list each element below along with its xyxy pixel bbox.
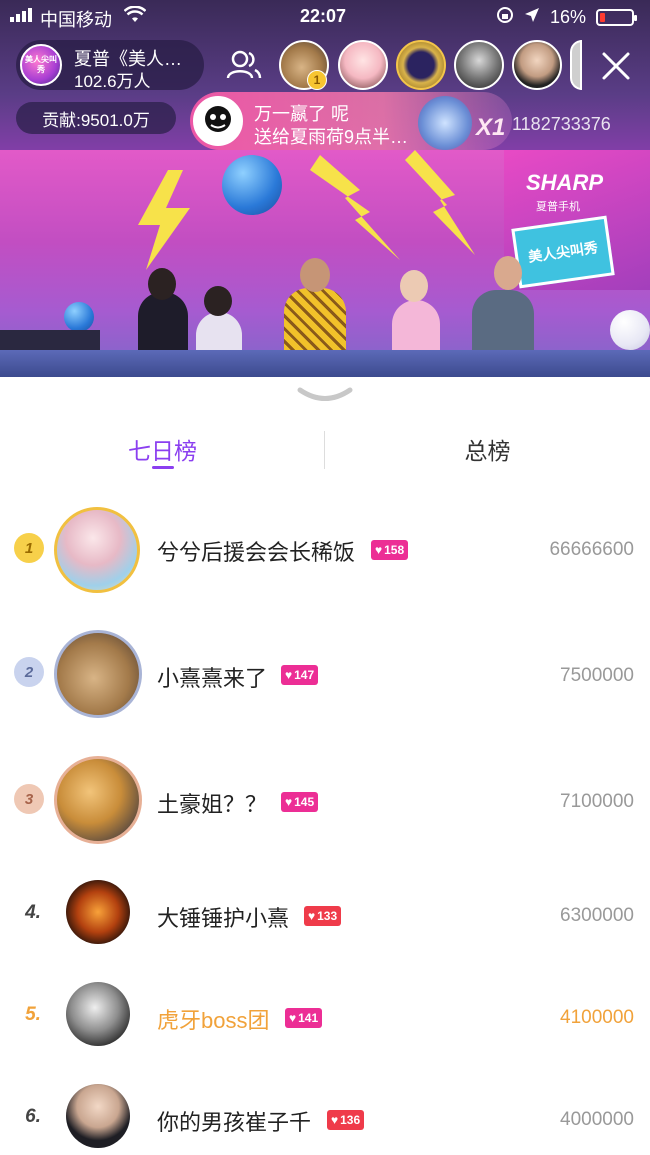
leaderboard-row[interactable]: 4. 大锤锤护小熹 ♥ 133 6300000	[0, 865, 650, 965]
close-icon[interactable]	[596, 46, 636, 86]
user-score: 7500000	[560, 665, 634, 686]
user-name: 兮兮后援会会长稀饭	[157, 540, 356, 565]
rank-medal: 3	[14, 784, 44, 814]
lightning-bolt-decoration	[310, 155, 400, 260]
viewer-avatar[interactable]	[396, 40, 446, 90]
battery-icon	[596, 9, 637, 26]
gift-multiplier: X1	[476, 114, 506, 141]
host-head	[400, 270, 428, 302]
leaderboard-row[interactable]: 1 兮兮后援会会长稀饭 ♥ 158 66666600	[0, 499, 650, 599]
diamond-icon: ♥	[375, 543, 383, 557]
user-score: 66666600	[549, 539, 634, 560]
leaderboard-row[interactable]: 5. 虎牙boss团 ♥ 141 4100000	[0, 967, 650, 1067]
stage-floor	[0, 350, 650, 377]
user-avatar[interactable]	[66, 982, 130, 1046]
show-logo-text: 美人尖叫秀	[527, 239, 599, 265]
lightning-bolt-decoration	[138, 170, 190, 270]
sponsor-logo: SHARP	[526, 170, 604, 195]
user-score: 4000000	[560, 1109, 634, 1130]
tab-total[interactable]: 总榜	[325, 431, 650, 471]
tab-weekly[interactable]: 七日榜	[0, 431, 325, 471]
host-head	[148, 268, 176, 300]
anchor-info[interactable]: 美人尖叫秀 夏普《美人… 102.6万人	[16, 40, 204, 91]
leaderboard-row[interactable]: 6. 你的男孩崔子千 ♥ 136 4000000	[0, 1069, 650, 1155]
user-avatar[interactable]	[54, 507, 140, 593]
sender-avatar	[193, 96, 243, 146]
tab-divider	[324, 431, 325, 469]
signal-icon	[10, 8, 32, 22]
user-level-badge: ♥ 141	[285, 1008, 323, 1028]
diamond-icon: ♥	[285, 668, 293, 682]
location-icon	[524, 7, 540, 28]
user-avatar[interactable]	[66, 880, 130, 944]
sponsor-subtitle: 夏普手机	[536, 201, 580, 213]
rank-medal: 2	[14, 657, 44, 687]
anchor-avatar[interactable]: 美人尖叫秀	[20, 44, 62, 86]
rank-number: 6.	[25, 1106, 41, 1127]
collapse-chevron-icon[interactable]	[296, 385, 354, 405]
diamond-icon: ♥	[331, 1113, 339, 1127]
active-tab-indicator	[152, 466, 174, 469]
user-level-badge: ♥ 147	[281, 665, 319, 685]
user-score: 4100000	[560, 1007, 634, 1028]
leaderboard-row[interactable]: 3 土豪姐？？ ♥ 145 7100000	[0, 751, 650, 851]
rank-number: 4.	[25, 902, 41, 923]
clock: 22:07	[300, 6, 347, 26]
user-level-badge: ♥ 158	[371, 540, 409, 560]
user-level-badge: ♥ 145	[281, 792, 319, 812]
user-avatar[interactable]	[54, 630, 142, 718]
status-bar: 中国移动 22:07 16%	[0, 0, 650, 34]
user-avatar[interactable]	[66, 1084, 130, 1148]
rank-medal: 1	[14, 533, 44, 563]
battery-percent: 16%	[549, 7, 586, 27]
user-score: 7100000	[560, 791, 634, 812]
stage-ball-decoration	[222, 155, 282, 215]
audience-icon[interactable]	[222, 44, 266, 88]
viewer-avatar[interactable]	[512, 40, 562, 90]
stage-ball-decoration	[610, 310, 650, 350]
diamond-icon: ♥	[308, 909, 316, 923]
contribution-badge[interactable]: 贡献:9501.0万	[16, 102, 176, 134]
diamond-icon: ♥	[289, 1011, 297, 1025]
wifi-icon	[123, 5, 147, 29]
user-name: 你的男孩崔子千	[157, 1110, 312, 1135]
ranking-tabs: 七日榜 总榜	[0, 431, 650, 471]
lightning-bolt-decoration	[405, 150, 475, 255]
leaderboard-row[interactable]: 2 小熹熹来了 ♥ 147 7500000	[0, 625, 650, 725]
viewer-avatar[interactable]	[454, 40, 504, 90]
user-name: 土豪姐？？	[157, 792, 268, 817]
rank-badge: 1	[307, 70, 327, 90]
viewer-count: 102.6万人	[74, 72, 151, 91]
leaderboard-sheet: 七日榜 总榜 1 兮兮后援会会长稀饭 ♥ 158 66666600 2 小熹熹来了…	[0, 377, 650, 1155]
gift-description: 送给夏雨荷9点半…	[254, 127, 409, 147]
user-score: 6300000	[560, 905, 634, 926]
host-head	[204, 286, 232, 316]
diamond-icon: ♥	[285, 795, 293, 809]
rotation-lock-icon	[496, 6, 514, 29]
stage-ball-decoration	[64, 302, 94, 332]
ferris-wheel-gift-icon	[418, 96, 472, 150]
user-level-badge: ♥ 136	[327, 1110, 365, 1130]
host-head	[300, 258, 330, 292]
viewer-avatar[interactable]	[338, 40, 388, 90]
host-head	[494, 256, 522, 290]
carrier-name: 中国移动	[40, 10, 112, 30]
gift-banner: 万一嬴了 呢 送给夏雨荷9点半… X1	[190, 92, 512, 150]
user-name: 虎牙boss团	[157, 1008, 270, 1033]
viewer-avatar[interactable]	[570, 40, 582, 90]
user-name: 大锤锤护小熹	[157, 906, 290, 931]
user-level-badge: ♥ 133	[304, 906, 342, 926]
room-id: 1182733376	[512, 114, 611, 134]
live-stream-area[interactable]: SHARP 夏普手机 美人尖叫秀 中国移动 22:07 16% 美人尖叫秀 夏普…	[0, 0, 650, 377]
user-avatar[interactable]	[54, 756, 142, 844]
rank-number: 5.	[25, 1004, 41, 1025]
user-name: 小熹熹来了	[157, 666, 268, 691]
